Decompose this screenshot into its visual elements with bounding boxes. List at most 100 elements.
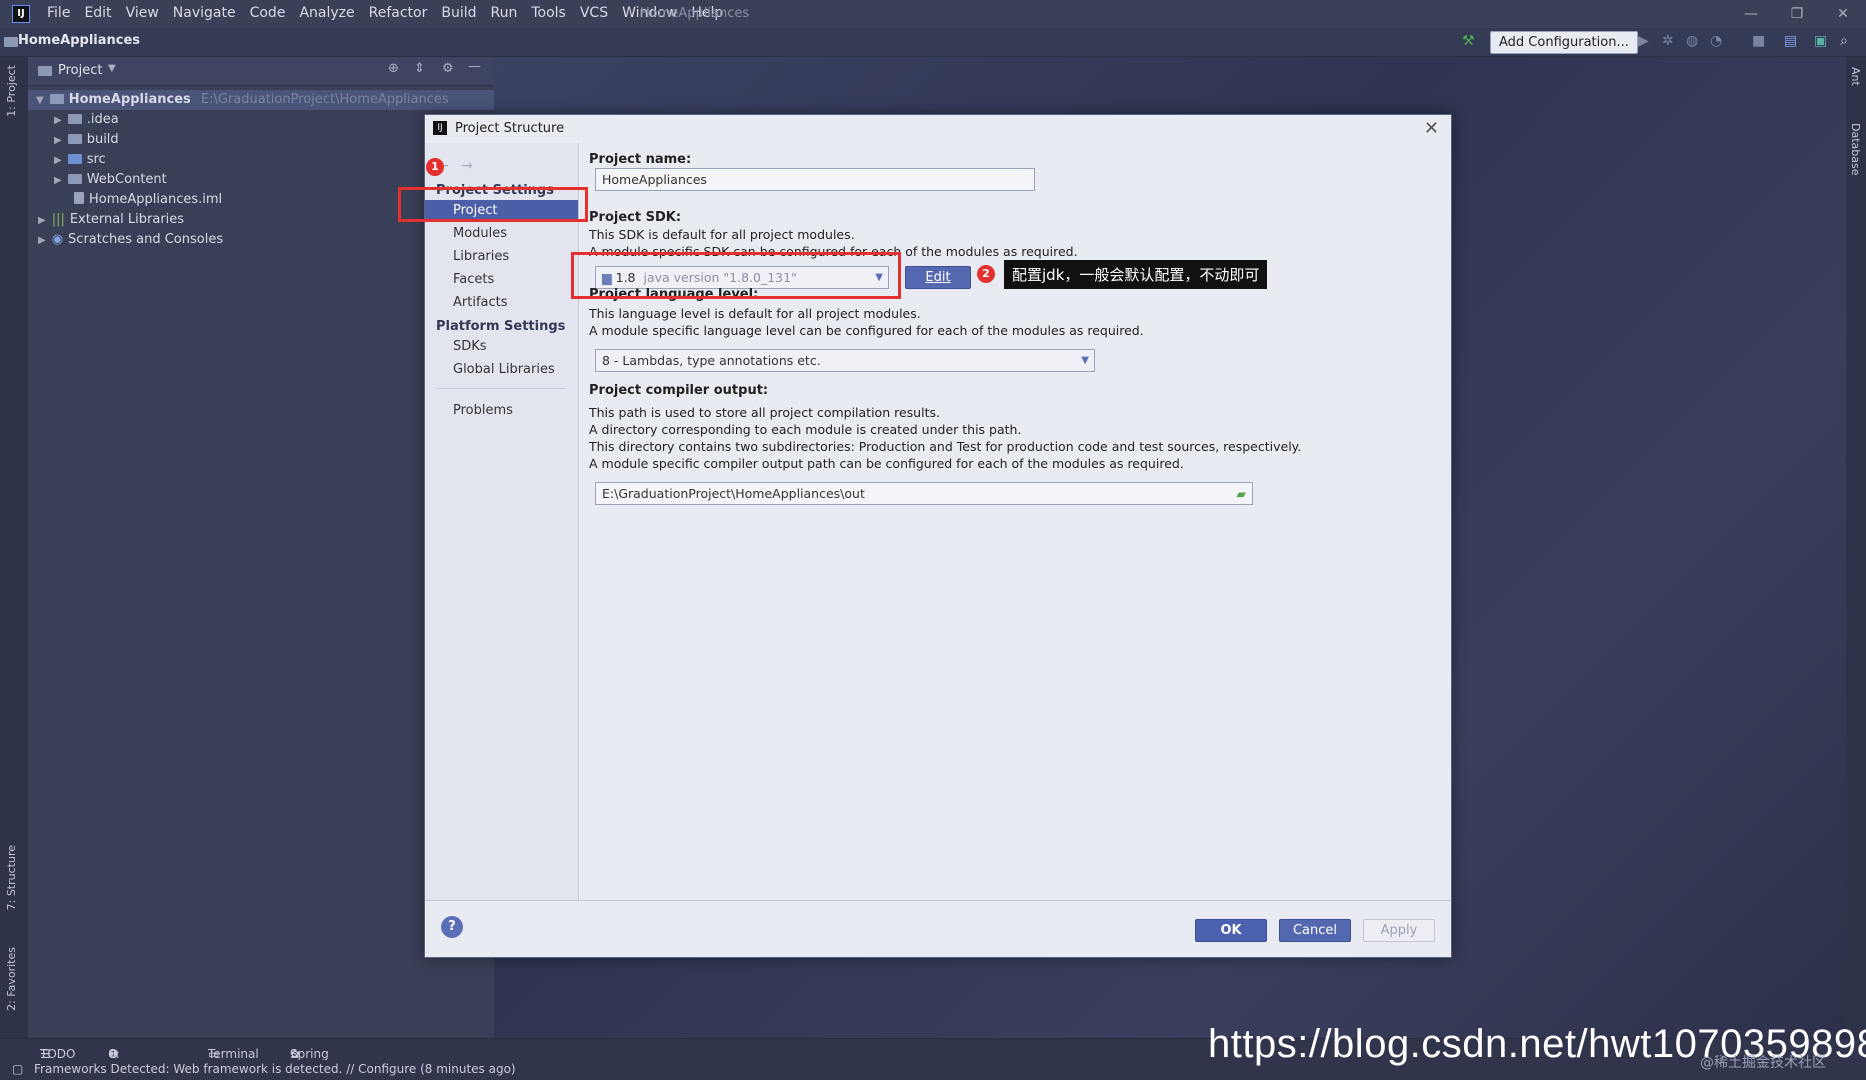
minimize-button[interactable]: — bbox=[1728, 0, 1774, 28]
tree-item-scratches[interactable]: ▶ ◉ Scratches and Consoles bbox=[38, 230, 223, 250]
annotation-badge-2: 2 bbox=[977, 265, 995, 283]
compiler-output-description-1: This path is used to store all project c… bbox=[589, 405, 940, 420]
close-window-button[interactable]: ✕ bbox=[1820, 0, 1866, 28]
structure-tool-tab[interactable]: 7: Structure bbox=[5, 845, 18, 910]
menu-code[interactable]: Code bbox=[243, 5, 293, 21]
compiler-output-description-3: This directory contains two subdirectori… bbox=[589, 439, 1302, 454]
project-view-selector[interactable]: Project bbox=[58, 63, 102, 78]
menu-run[interactable]: Run bbox=[484, 5, 525, 21]
intellij-icon: IJ bbox=[433, 121, 447, 135]
chevron-right-icon[interactable]: ▶ bbox=[38, 215, 46, 226]
tree-item-idea[interactable]: ▶ .idea bbox=[54, 110, 119, 130]
tree-item-external-libraries[interactable]: ▶ ||| External Libraries bbox=[38, 210, 184, 230]
menu-edit[interactable]: Edit bbox=[77, 5, 118, 21]
chevron-right-icon[interactable]: ▶ bbox=[54, 115, 62, 126]
favorites-tool-tab[interactable]: 2: Favorites bbox=[5, 947, 18, 1011]
gear-icon[interactable]: ⚙ bbox=[442, 61, 454, 76]
compiler-output-label: Project compiler output: bbox=[589, 383, 769, 398]
sidebar-item-global-libraries[interactable]: Global Libraries bbox=[425, 359, 578, 381]
todo-label: TODO bbox=[40, 1047, 76, 1061]
status-message[interactable]: Frameworks Detected: Web framework is de… bbox=[34, 1062, 516, 1076]
tree-item-build[interactable]: ▶ build bbox=[54, 130, 119, 150]
project-pane-header: Project ▼ ⊕ ⇕ ⚙ — bbox=[28, 57, 494, 86]
dialog-sidebar: ← → Project Settings Project Modules Lib… bbox=[425, 143, 579, 900]
collapse-all-icon[interactable]: ⇕ bbox=[414, 61, 425, 76]
ant-tool-tab[interactable]: Ant bbox=[1849, 67, 1862, 86]
browse-folder-icon[interactable]: ▰ bbox=[1236, 483, 1246, 504]
sidebar-item-libraries[interactable]: Libraries bbox=[425, 246, 578, 268]
menu-navigate[interactable]: Navigate bbox=[166, 5, 243, 21]
cancel-button[interactable]: Cancel bbox=[1279, 919, 1351, 942]
project-tool-tab[interactable]: 1: Project bbox=[5, 65, 18, 117]
tree-item-iml[interactable]: HomeAppliances.iml bbox=[74, 190, 222, 210]
sdk-edit-button[interactable]: Edit bbox=[905, 266, 971, 289]
ok-button[interactable]: OK bbox=[1195, 919, 1267, 942]
add-configuration-button[interactable]: Add Configuration... bbox=[1490, 31, 1638, 54]
sdk-manager-icon[interactable]: ▣ bbox=[1814, 33, 1827, 49]
sidebar-item-artifacts[interactable]: Artifacts bbox=[425, 292, 578, 314]
left-tool-strip: 1: Project 7: Structure 2: Favorites bbox=[0, 57, 28, 1047]
sidebar-item-facets[interactable]: Facets bbox=[425, 269, 578, 291]
tree-item-src[interactable]: ▶ src bbox=[54, 150, 106, 170]
sidebar-item-modules[interactable]: Modules bbox=[425, 223, 578, 245]
menu-tools[interactable]: Tools bbox=[524, 5, 573, 21]
compiler-output-description-4: A module specific compiler output path c… bbox=[589, 456, 1184, 471]
chevron-right-icon[interactable]: ▶ bbox=[38, 235, 46, 246]
build-hammer-icon[interactable]: ⚒ bbox=[1462, 33, 1475, 49]
source-folder-icon bbox=[67, 154, 82, 164]
tree-item-webcontent[interactable]: ▶ WebContent bbox=[54, 170, 167, 190]
maximize-button[interactable]: ❐ bbox=[1774, 0, 1820, 28]
apply-button[interactable]: Apply bbox=[1363, 919, 1435, 942]
dialog-footer: ? OK Cancel Apply bbox=[425, 900, 1451, 958]
annotation-box-sdk bbox=[571, 252, 901, 299]
project-view-icon bbox=[38, 66, 52, 76]
compiler-output-input[interactable]: E:\GraduationProject\HomeAppliances\out … bbox=[595, 482, 1253, 505]
menu-analyze[interactable]: Analyze bbox=[292, 5, 361, 21]
menu-refactor[interactable]: Refactor bbox=[362, 5, 435, 21]
chevron-right-icon[interactable]: ▶ bbox=[54, 175, 62, 186]
help-icon[interactable]: ? bbox=[441, 916, 463, 938]
project-folder-icon bbox=[4, 37, 18, 47]
project-structure-icon[interactable]: ▤ bbox=[1784, 33, 1797, 49]
menu-bar: IJ File Edit View Navigate Code Analyze … bbox=[0, 0, 1866, 28]
window-title: HomeAppliances bbox=[640, 6, 750, 21]
close-icon[interactable]: ✕ bbox=[1424, 118, 1439, 139]
window-controls: — ❐ ✕ bbox=[1728, 0, 1866, 28]
search-icon[interactable]: ⌕ bbox=[1840, 33, 1848, 49]
menu-file[interactable]: File bbox=[40, 5, 77, 21]
language-level-value: 8 - Lambdas, type annotations etc. bbox=[602, 353, 821, 368]
stop-icon[interactable]: ■ bbox=[1752, 33, 1765, 49]
status-toggle-icon[interactable]: ▢ bbox=[12, 1062, 23, 1076]
annotation-note: 配置jdk，一般会默认配置，不动即可 bbox=[1004, 260, 1268, 289]
compiler-output-description-2: A directory corresponding to each module… bbox=[589, 422, 1022, 437]
menu-view[interactable]: View bbox=[119, 5, 166, 21]
chevron-right-icon[interactable]: ▶ bbox=[54, 155, 62, 166]
annotation-badge-1: 1 bbox=[426, 158, 444, 176]
folder-icon bbox=[67, 114, 82, 124]
chevron-down-icon[interactable]: ▼ bbox=[36, 95, 44, 106]
forward-arrow-icon[interactable]: → bbox=[461, 158, 473, 174]
hide-icon[interactable]: — bbox=[468, 59, 481, 74]
language-level-select[interactable]: 8 - Lambdas, type annotations etc. ▼ bbox=[595, 349, 1095, 372]
database-tool-tab[interactable]: Database bbox=[1849, 123, 1862, 176]
profile-icon[interactable]: ◔ bbox=[1710, 33, 1722, 49]
spring-label: Spring bbox=[290, 1047, 329, 1061]
debug-icon[interactable]: ✲ bbox=[1662, 33, 1674, 49]
run-icon[interactable]: ▶ bbox=[1638, 33, 1649, 49]
module-folder-icon bbox=[49, 94, 64, 104]
menu-vcs[interactable]: VCS bbox=[573, 5, 615, 21]
tree-item-root[interactable]: ▼ HomeAppliances E:\GraduationProject\Hom… bbox=[28, 90, 494, 110]
project-name-input[interactable]: HomeAppliances bbox=[595, 168, 1035, 191]
chevron-down-icon[interactable]: ▼ bbox=[108, 63, 116, 74]
locate-icon[interactable]: ⊕ bbox=[388, 61, 399, 76]
menu-build[interactable]: Build bbox=[434, 5, 483, 21]
project-sdk-label: Project SDK: bbox=[589, 210, 682, 225]
coverage-icon[interactable]: ◍ bbox=[1686, 33, 1698, 49]
main-menu: File Edit View Navigate Code Analyze Ref… bbox=[40, 5, 730, 21]
folder-icon bbox=[67, 174, 82, 184]
language-level-description-2: A module specific language level can be … bbox=[589, 323, 1144, 338]
chevron-right-icon[interactable]: ▶ bbox=[54, 135, 62, 146]
breadcrumb-project[interactable]: HomeAppliances bbox=[18, 33, 140, 48]
sidebar-item-sdks[interactable]: SDKs bbox=[425, 336, 578, 358]
sidebar-item-problems[interactable]: Problems bbox=[425, 400, 578, 422]
